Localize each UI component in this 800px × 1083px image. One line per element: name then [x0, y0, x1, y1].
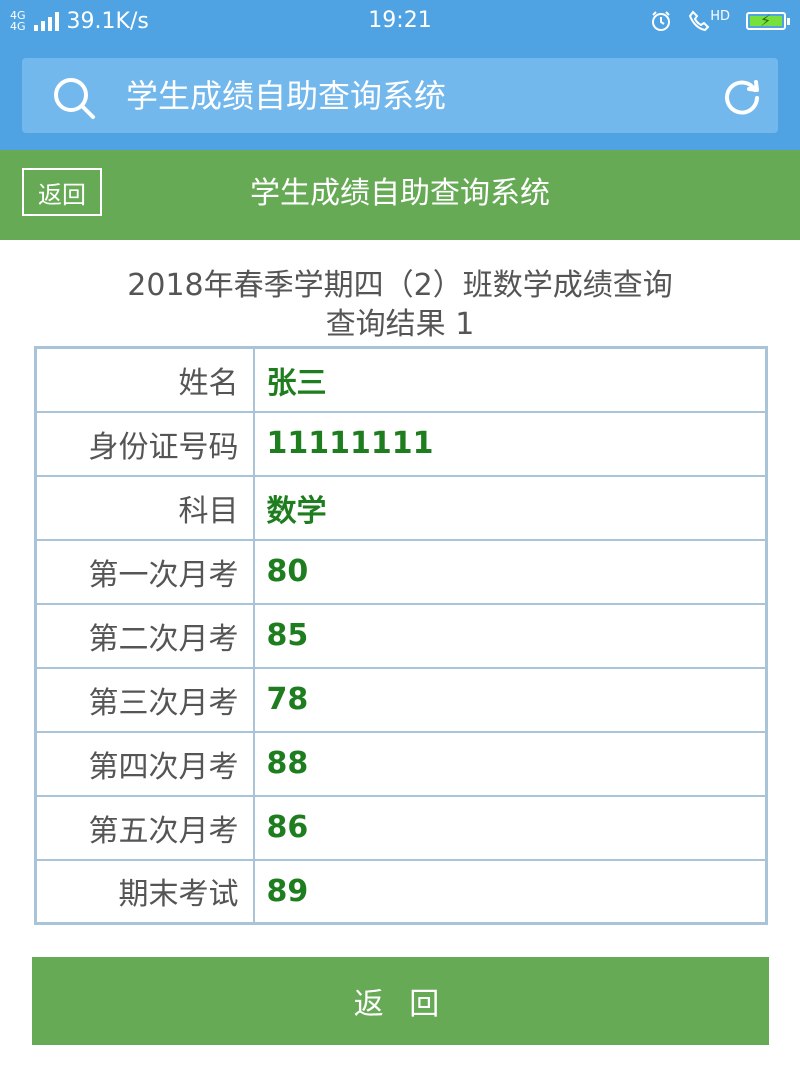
back-button-bottom[interactable]: 返 回: [32, 957, 769, 1045]
query-heading: 2018年春季学期四（2）班数学成绩查询: [127, 268, 673, 303]
row-value: 张三: [252, 346, 768, 413]
status-bar: 4G 4G 39.1K/s 19:21 HD ⚡: [0, 0, 800, 44]
row-value: 11111111: [252, 410, 768, 477]
search-header: 学生成绩自助查询系统: [0, 44, 800, 150]
row-value: 78: [252, 666, 768, 733]
table-row: 第二次月考 85: [34, 602, 768, 669]
table-row: 科目 数学: [34, 474, 768, 541]
row-value: 88: [252, 730, 768, 797]
row-label: 第一次月考: [34, 538, 255, 605]
phone-icon: [689, 10, 710, 32]
battery-icon: ⚡: [746, 11, 790, 30]
row-label: 第四次月考: [34, 730, 255, 797]
table-row: 第五次月考 86: [34, 794, 768, 861]
row-value: 86: [252, 794, 768, 861]
status-right: HD ⚡: [650, 7, 790, 35]
table-row: 第一次月考 80: [34, 538, 768, 605]
table-row: 第三次月考 78: [34, 666, 768, 733]
alarm-icon: [652, 11, 671, 31]
row-label: 姓名: [34, 346, 255, 413]
row-value: 80: [252, 538, 768, 605]
row-label: 第三次月考: [34, 666, 255, 733]
table-row: 姓名 张三: [34, 346, 768, 413]
results-table: 姓名 张三 身份证号码 11111111 科目 数学 第一次月考 80 第二次月…: [34, 346, 768, 925]
refresh-icon[interactable]: [722, 76, 762, 116]
search-bar[interactable]: 学生成绩自助查询系统: [22, 58, 778, 133]
search-icon[interactable]: [52, 76, 96, 120]
row-label: 期末考试: [34, 858, 255, 925]
title-bar: 返回 学生成绩自助查询系统: [0, 150, 800, 240]
query-subheading: 查询结果 1: [325, 307, 475, 342]
table-row: 身份证号码 11111111: [34, 410, 768, 477]
row-value: 89: [252, 858, 768, 925]
table-row: 期末考试 89: [34, 858, 768, 925]
table-row: 第四次月考 88: [34, 730, 768, 797]
hd-label: HD: [710, 9, 730, 24]
row-value: 数学: [252, 474, 768, 541]
row-label: 身份证号码: [34, 410, 255, 477]
row-label: 科目: [34, 474, 255, 541]
search-input[interactable]: 学生成绩自助查询系统: [126, 76, 446, 116]
row-label: 第二次月考: [34, 602, 255, 669]
row-value: 85: [252, 602, 768, 669]
page-title: 学生成绩自助查询系统: [250, 176, 550, 211]
row-label: 第五次月考: [34, 794, 255, 861]
